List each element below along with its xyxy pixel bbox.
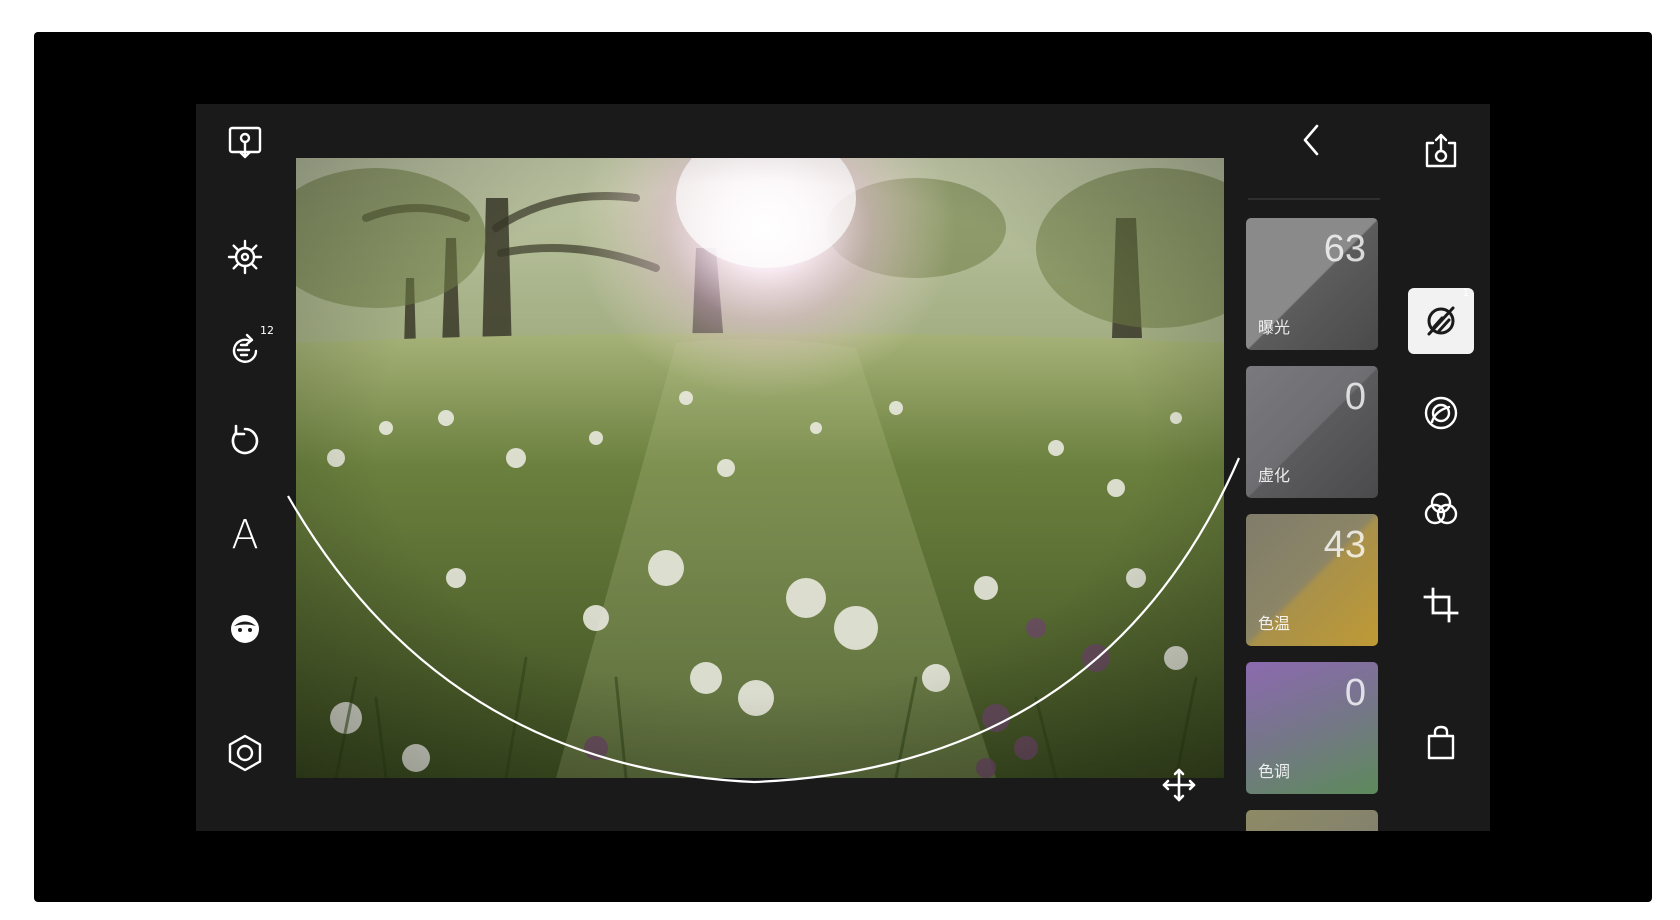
right-toolbar: 1 [1392, 104, 1490, 831]
text-tool-label: A [231, 512, 259, 558]
text-tool[interactable]: A [222, 512, 268, 558]
presets-icon[interactable] [222, 730, 268, 776]
adjustment-card-partial[interactable] [1246, 810, 1378, 831]
crop-icon[interactable] [1414, 578, 1468, 632]
history-count-badge: 12 [260, 324, 274, 337]
meadow-photo [296, 158, 1224, 778]
history-icon[interactable]: 12 [222, 324, 274, 372]
move-icon[interactable] [1156, 762, 1202, 808]
adjustment-label: 色温 [1258, 614, 1291, 633]
adjustment-card-exposure[interactable]: 63 曝光 [1246, 218, 1378, 350]
adjustment-label: 虚化 [1258, 466, 1291, 485]
lens-icon[interactable] [1414, 386, 1468, 440]
photo-canvas[interactable] [296, 158, 1224, 778]
adjust-count-badge: 1 [1462, 288, 1469, 299]
adjustment-value: 43 [1323, 524, 1366, 566]
shop-icon[interactable] [1414, 716, 1468, 770]
settings-icon[interactable] [222, 234, 268, 280]
adjustment-card-vignette[interactable]: 0 虚化 [1246, 366, 1378, 498]
photo-editor-app: 12 A 63 曝光 0 虚化 43 色温 0 色调 1 [196, 104, 1490, 831]
undo-icon[interactable] [222, 418, 268, 464]
import-photo-icon[interactable] [222, 120, 268, 166]
adjustment-value: 0 [1344, 672, 1366, 714]
left-toolbar: 12 A [196, 104, 294, 831]
adjustment-list[interactable]: 63 曝光 0 虚化 43 色温 0 色调 [1246, 216, 1378, 831]
back-chevron-icon[interactable] [1292, 118, 1332, 162]
adjustment-value: 0 [1344, 376, 1366, 418]
face-icon[interactable] [222, 606, 268, 652]
panel-divider [1248, 198, 1380, 200]
adjustment-card-temperature[interactable]: 43 色温 [1246, 514, 1378, 646]
export-icon[interactable] [1414, 124, 1468, 178]
adjustment-label: 曝光 [1258, 318, 1291, 337]
adjustment-card-tint[interactable]: 0 色调 [1246, 662, 1378, 794]
filters-icon[interactable] [1414, 482, 1468, 536]
adjust-icon[interactable]: 1 [1408, 288, 1474, 354]
adjustment-label: 色调 [1258, 762, 1291, 781]
adjustment-value: 63 [1323, 228, 1366, 270]
